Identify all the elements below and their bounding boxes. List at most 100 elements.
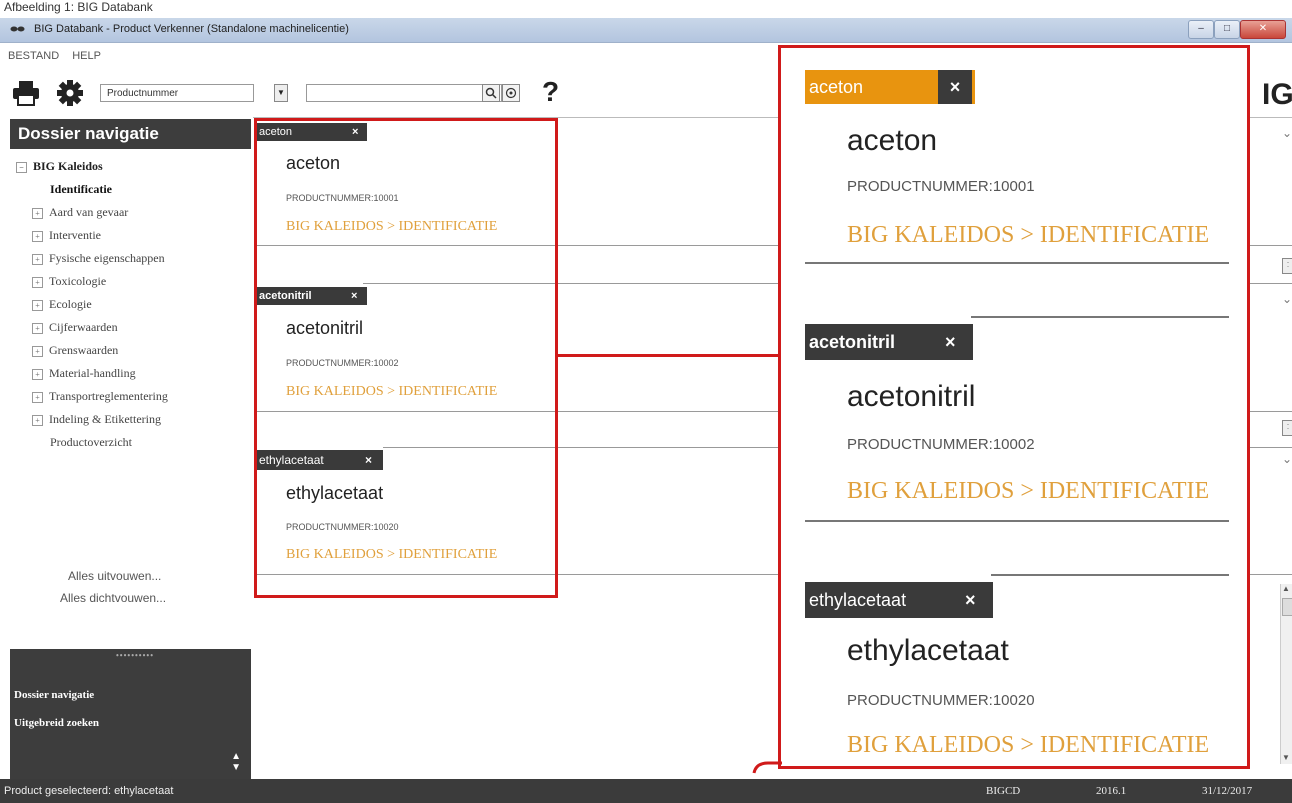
advanced-search-icon[interactable]: [502, 84, 520, 102]
close-icon[interactable]: ×: [938, 70, 972, 104]
expand-icon[interactable]: +: [32, 414, 43, 426]
tree-item-label: Fysische eigenschappen: [49, 251, 165, 265]
tree-item[interactable]: + Ecologie: [16, 293, 168, 316]
product-name-zoom[interactable]: aceton: [847, 124, 937, 158]
product-number-label: PRODUCTNUMMER:: [847, 436, 993, 453]
tree-item-identificatie[interactable]: Identificatie: [16, 178, 168, 201]
search-field-select[interactable]: Productnummer: [100, 84, 254, 102]
scroll-button[interactable]: :: [1282, 258, 1292, 274]
expand-icon[interactable]: +: [32, 345, 43, 357]
tree-item-label: Transportreglementering: [49, 389, 168, 403]
printer-icon[interactable]: [12, 80, 40, 106]
caption-text: Afbeelding 1: BIG Databank: [4, 0, 153, 14]
help-button[interactable]: ?: [542, 76, 559, 108]
tree-item-label: Cijferwaarden: [49, 320, 118, 334]
collapse-icon[interactable]: −: [16, 161, 27, 173]
nav-dossier-navigatie[interactable]: Dossier navigatie: [14, 689, 94, 701]
big-logo: IG: [1262, 78, 1292, 111]
search-input[interactable]: [306, 84, 502, 102]
product-tab-zoom[interactable]: acetonitril ×: [805, 324, 973, 360]
chevron-down-icon[interactable]: ⌄: [1282, 292, 1292, 306]
status-database: BIGCD: [986, 785, 1021, 797]
product-tab-zoom[interactable]: ethylacetaat ×: [805, 582, 993, 618]
scroll-thumb[interactable]: [1282, 598, 1292, 616]
tree-root[interactable]: − BIG Kaleidos: [16, 155, 168, 178]
expand-icon[interactable]: +: [32, 322, 43, 334]
scroll-button[interactable]: :: [1282, 420, 1292, 436]
sidebar-bottom-panel: •••••••••• Dossier navigatie Uitgebreid …: [10, 649, 251, 779]
minimize-button[interactable]: –: [1188, 20, 1214, 39]
tree-item[interactable]: + Cijferwaarden: [16, 316, 168, 339]
product-number-value: 10020: [992, 692, 1035, 709]
search-icon[interactable]: [482, 84, 500, 102]
tree-item-label: Interventie: [49, 228, 101, 242]
expand-icon[interactable]: +: [32, 253, 43, 265]
chevron-down-icon[interactable]: ▼: [274, 84, 288, 102]
product-path-link-zoom[interactable]: BIG KALEIDOS > IDENTIFICATIE: [847, 732, 1209, 759]
product-tab-label: aceton: [809, 77, 864, 97]
product-tab-zoom[interactable]: aceton ×: [805, 70, 975, 104]
close-icon[interactable]: ×: [945, 324, 956, 360]
row-divider: [805, 262, 1229, 264]
maximize-button[interactable]: □: [1214, 20, 1240, 39]
tree-item[interactable]: + Aard van gevaar: [16, 201, 168, 224]
scroll-up-icon[interactable]: ▲: [1282, 584, 1290, 593]
figure-caption: Afbeelding 1: BIG Databank: [0, 0, 1292, 18]
close-icon[interactable]: ×: [965, 582, 976, 618]
product-number-zoom: PRODUCTNUMMER:10001: [847, 178, 1035, 195]
menu-bar: BESTAND HELP: [8, 50, 111, 62]
menu-bestand[interactable]: BESTAND: [8, 50, 59, 62]
expand-icon[interactable]: +: [32, 368, 43, 380]
tree-item[interactable]: + Interventie: [16, 224, 168, 247]
product-number-zoom: PRODUCTNUMMER:10002: [847, 436, 1035, 453]
product-tab-label: acetonitril: [809, 332, 896, 352]
scroll-down-icon[interactable]: ▼: [1282, 753, 1290, 762]
menu-help[interactable]: HELP: [72, 50, 101, 62]
product-name-zoom[interactable]: ethylacetaat: [847, 634, 1009, 668]
collapse-all-link[interactable]: Alles dichtvouwen...: [10, 587, 251, 609]
close-window-button[interactable]: ✕: [1240, 20, 1286, 39]
tree-item[interactable]: + Material-handling: [16, 362, 168, 385]
nav-uitgebreid-zoeken[interactable]: Uitgebreid zoeken: [14, 717, 99, 729]
product-number-value: 10002: [992, 436, 1035, 453]
tree-root-label: BIG Kaleidos: [33, 159, 103, 173]
status-bar: Product geselecteerd: ethylacetaat BIGCD…: [0, 779, 1292, 803]
expand-all-link[interactable]: Alles uitvouwen...: [10, 565, 251, 587]
gear-icon[interactable]: [56, 79, 84, 107]
expand-icon[interactable]: +: [32, 391, 43, 403]
scroll-handle-icon[interactable]: ▲ ▼: [231, 751, 241, 773]
status-version: 2016.1: [1096, 785, 1127, 797]
expand-icon[interactable]: +: [32, 230, 43, 242]
tree-item-label: Material-handling: [49, 366, 136, 380]
tree-item-productoverzicht[interactable]: Productoverzicht: [16, 431, 168, 454]
expand-icon[interactable]: +: [32, 207, 43, 219]
callout-hook: [752, 761, 782, 774]
splitter-grip[interactable]: ••••••••••: [116, 651, 154, 660]
chevron-down-icon[interactable]: ⌄: [1282, 126, 1292, 140]
window-titlebar: BIG Databank - Product Verkenner (Standa…: [0, 18, 1292, 43]
chevron-down-icon[interactable]: ⌄: [1282, 452, 1292, 466]
tree-item[interactable]: + Toxicologie: [16, 270, 168, 293]
status-date: 31/12/2017: [1202, 785, 1253, 797]
app-icon: [10, 26, 25, 32]
tree-item[interactable]: + Indeling & Etikettering: [16, 408, 168, 431]
tree-actions: Alles uitvouwen... Alles dichtvouwen...: [10, 565, 251, 609]
zoom-callout: aceton × aceton PRODUCTNUMMER:10001 BIG …: [778, 45, 1250, 769]
expand-icon[interactable]: +: [32, 276, 43, 288]
sidebar-title: Dossier navigatie: [10, 119, 251, 149]
tree-item[interactable]: + Fysische eigenschappen: [16, 247, 168, 270]
product-name-zoom[interactable]: acetonitril: [847, 380, 975, 414]
highlight-connector: [558, 354, 780, 357]
navigation-tree: − BIG Kaleidos Identificatie + Aard van ge…: [16, 155, 168, 454]
product-path-link-zoom[interactable]: BIG KALEIDOS > IDENTIFICATIE: [847, 222, 1209, 249]
toolbar: Productnummer ▼ ?: [8, 76, 768, 112]
tree-item-label: Toxicologie: [49, 274, 107, 288]
row-divider: [805, 520, 1229, 522]
vertical-scrollbar[interactable]: ▲ ▼: [1280, 584, 1292, 764]
product-path-link-zoom[interactable]: BIG KALEIDOS > IDENTIFICATIE: [847, 478, 1209, 505]
expand-icon[interactable]: +: [32, 299, 43, 311]
product-number-zoom: PRODUCTNUMMER:10020: [847, 692, 1035, 709]
tree-item[interactable]: + Transportreglementering: [16, 385, 168, 408]
tree-item-label: Indeling & Etikettering: [49, 412, 161, 426]
tree-item[interactable]: + Grenswaarden: [16, 339, 168, 362]
